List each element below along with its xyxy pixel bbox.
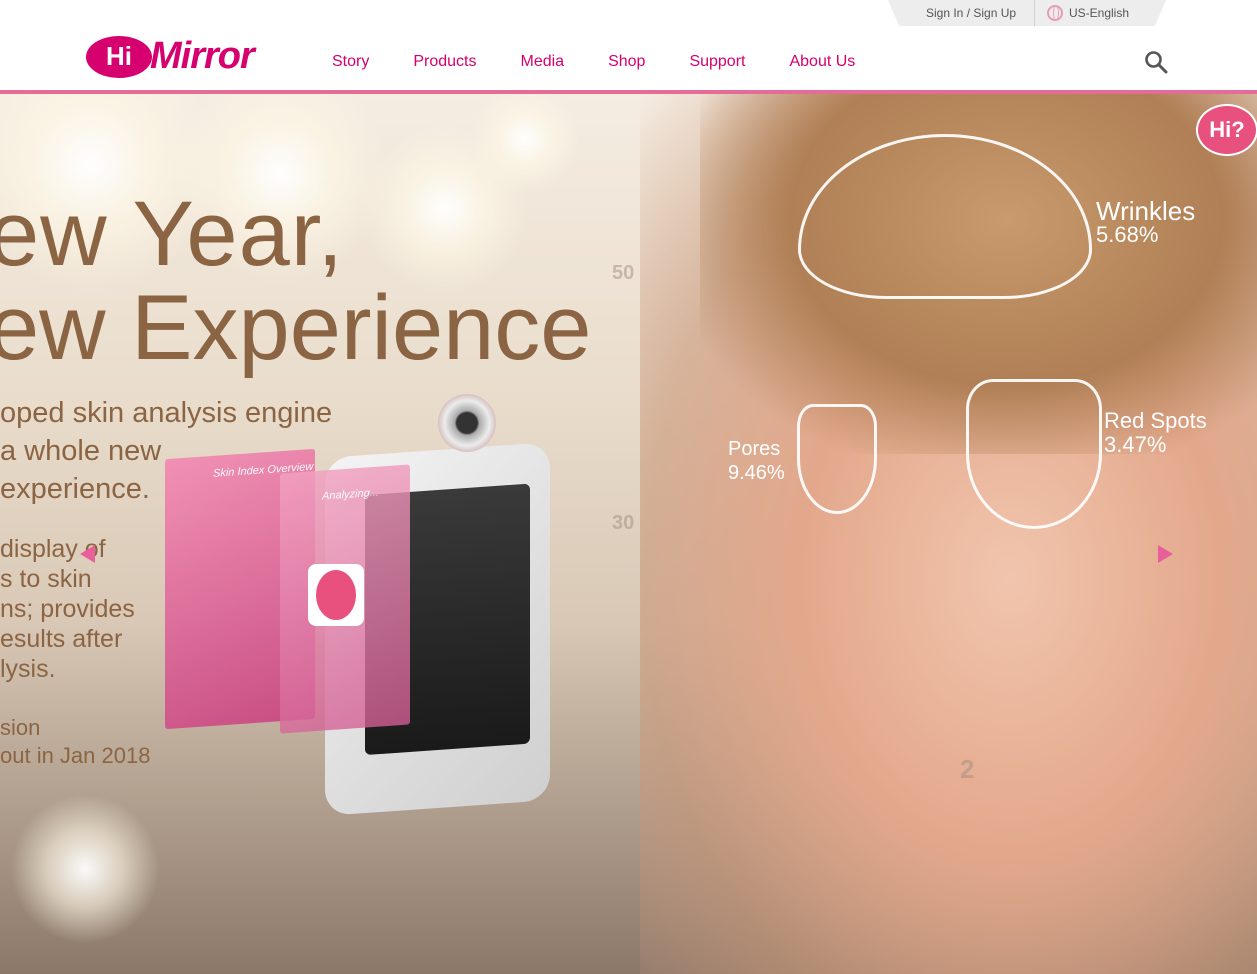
description-line: lysis.	[0, 655, 56, 683]
red-spots-value: 3.47%	[1104, 432, 1167, 457]
chat-bubble-button[interactable]: Hi?	[1196, 104, 1257, 156]
nav-about-us[interactable]: About Us	[789, 53, 855, 71]
chevron-right-icon[interactable]	[1158, 545, 1173, 563]
hero-title-line1: ew Year,	[0, 183, 344, 285]
chart-tick: 50	[612, 262, 635, 284]
pores-name: Pores	[728, 438, 781, 460]
nav-products[interactable]: Products	[413, 53, 476, 71]
nav-story[interactable]: Story	[332, 53, 369, 71]
nav-support[interactable]: Support	[689, 53, 745, 71]
language-label: US-English	[1069, 6, 1130, 20]
mask-face	[316, 570, 356, 620]
pores-label: Pores 9.46%	[728, 437, 785, 485]
red-spots-label: Red Spots 3.47%	[1104, 409, 1207, 457]
firework-decoration	[470, 94, 580, 194]
description-line: esults after	[0, 625, 123, 653]
chevron-left-icon[interactable]	[80, 545, 95, 563]
card-title: Analyzing...	[322, 486, 379, 503]
description-line: display of	[0, 535, 106, 563]
signin-link[interactable]: Sign In / Sign Up	[888, 6, 1034, 20]
description-line: ns; provides	[0, 595, 135, 623]
nav-media[interactable]: Media	[520, 53, 564, 71]
logo[interactable]: Hi Mirror	[86, 35, 255, 78]
search-icon[interactable]	[1144, 50, 1168, 74]
main-nav: Story Products Media Shop Support About …	[332, 53, 899, 71]
hero-description: display of s to skin ns; provides esults…	[0, 534, 135, 684]
chart-tick: 2	[960, 754, 975, 784]
wrinkles-name: Wrinkles	[1096, 196, 1196, 226]
subtitle-line: oped skin analysis engine	[0, 397, 333, 429]
version-line: sion	[0, 715, 41, 740]
logo-text: Mirror	[150, 35, 255, 77]
language-selector[interactable]: US-English	[1035, 5, 1129, 21]
wrinkles-label: Wrinkles 5.68%	[1096, 196, 1196, 247]
globe-icon	[1047, 5, 1063, 21]
description-line: s to skin	[0, 565, 92, 593]
site-header: Hi Mirror Story Products Media Shop Supp…	[0, 26, 1257, 92]
left-cheek-zone-outline	[797, 404, 877, 514]
hero-version-note: sion out in Jan 2018	[0, 714, 150, 770]
hero-title-line2: ew Experience	[0, 277, 592, 379]
wrinkles-value: 5.68%	[1096, 222, 1159, 247]
firework-decoration	[10, 794, 160, 944]
utility-bar: Sign In / Sign Up US-English	[888, 0, 1166, 26]
device-camera	[438, 394, 496, 452]
nav-shop[interactable]: Shop	[608, 53, 645, 71]
right-cheek-zone-outline	[966, 379, 1102, 529]
hero-banner: 50 30 2 ew Year, ew Experience oped skin…	[0, 94, 1257, 974]
pores-value: 9.46%	[728, 462, 785, 484]
face-mask-graphic	[308, 564, 364, 626]
chart-tick: 30	[612, 512, 635, 534]
logo-hi: Hi	[86, 35, 152, 78]
version-line: out in Jan 2018	[0, 743, 151, 768]
red-spots-name: Red Spots	[1104, 408, 1207, 433]
